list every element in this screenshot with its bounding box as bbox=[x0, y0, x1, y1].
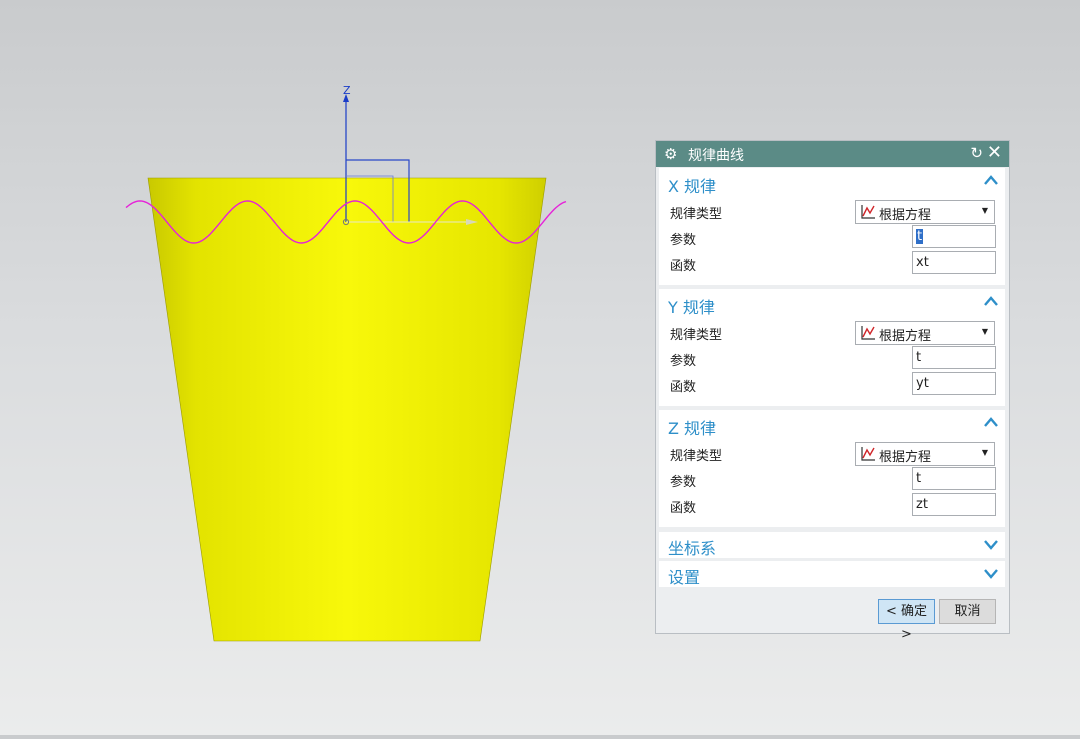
y-law-type-value: 根据方程 bbox=[879, 329, 932, 344]
law-type-label: 规律类型 bbox=[670, 328, 723, 343]
law-type-label: 规律类型 bbox=[670, 207, 723, 222]
close-icon[interactable]: ✕ bbox=[987, 142, 1002, 163]
csys-group[interactable]: 坐标系 bbox=[659, 532, 1005, 558]
equation-law-icon bbox=[861, 205, 875, 219]
x-law-group: X 规律 规律类型 根据方程 ▼ 参数 t 函数 xt bbox=[659, 168, 1005, 285]
dialog-title: 规律曲线 bbox=[688, 148, 744, 164]
x-func-row: 函数 xt bbox=[659, 250, 1005, 276]
y-func-row: 函数 yt bbox=[659, 371, 1005, 397]
func-label: 函数 bbox=[670, 259, 697, 274]
cancel-button[interactable]: 取消 bbox=[939, 599, 996, 624]
y-law-type-row: 规律类型 根据方程 ▼ bbox=[659, 319, 1005, 345]
y-param-row: 参数 t bbox=[659, 345, 1005, 371]
func-label: 函数 bbox=[670, 380, 697, 395]
chevron-up-icon[interactable] bbox=[982, 414, 1000, 432]
y-law-type-select[interactable]: 根据方程 ▼ bbox=[855, 321, 995, 345]
cup-body[interactable] bbox=[147, 177, 547, 642]
x-law-type-value: 根据方程 bbox=[879, 208, 932, 223]
z-law-type-value: 根据方程 bbox=[879, 450, 932, 465]
z-law-group: Z 规律 规律类型 根据方程 ▼ 参数 t 函数 zt bbox=[659, 410, 1005, 527]
y-law-title: Y 规律 bbox=[668, 298, 715, 317]
dropdown-arrow-icon: ▼ bbox=[981, 448, 988, 457]
y-law-header[interactable]: Y 规律 bbox=[659, 289, 1005, 319]
x-param-row: 参数 t bbox=[659, 224, 1005, 250]
x-law-title: X 规律 bbox=[668, 177, 717, 196]
func-label: 函数 bbox=[670, 501, 697, 516]
chevron-down-icon[interactable] bbox=[982, 535, 1000, 553]
z-law-title: Z 规律 bbox=[668, 419, 717, 438]
settings-group[interactable]: 设置 bbox=[659, 561, 1005, 587]
ok-button[interactable]: < 确定 > bbox=[878, 599, 935, 642]
settings-title: 设置 bbox=[668, 568, 701, 587]
dropdown-arrow-icon: ▼ bbox=[981, 206, 988, 215]
z-func-input[interactable]: zt bbox=[912, 493, 996, 516]
param-label: 参数 bbox=[670, 475, 697, 490]
z-param-input[interactable]: t bbox=[912, 467, 996, 490]
equation-law-icon bbox=[861, 326, 875, 340]
law-type-label: 规律类型 bbox=[670, 449, 723, 464]
y-param-value: t bbox=[916, 350, 922, 365]
param-label: 参数 bbox=[670, 354, 697, 369]
z-func-value: zt bbox=[916, 497, 928, 512]
x-param-input[interactable]: t bbox=[912, 225, 996, 248]
dropdown-arrow-icon: ▼ bbox=[981, 327, 988, 336]
z-axis-label: Z bbox=[343, 84, 351, 97]
chevron-down-icon[interactable] bbox=[982, 564, 1000, 582]
y-param-input[interactable]: t bbox=[912, 346, 996, 369]
law-curve-dialog: ⚙ 规律曲线 ↻ ✕ X 规律 规律类型 根据方程 ▼ 参数 t 函数 xt Y… bbox=[655, 140, 1010, 642]
z-law-type-select[interactable]: 根据方程 ▼ bbox=[855, 442, 995, 466]
z-func-row: 函数 zt bbox=[659, 492, 1005, 518]
y-func-value: yt bbox=[916, 376, 929, 391]
x-func-input[interactable]: xt bbox=[912, 251, 996, 274]
z-law-type-row: 规律类型 根据方程 ▼ bbox=[659, 440, 1005, 466]
z-param-value: t bbox=[916, 471, 922, 486]
x-law-type-row: 规律类型 根据方程 ▼ bbox=[659, 198, 1005, 224]
dialog-titlebar[interactable]: ⚙ 规律曲线 ↻ ✕ bbox=[656, 141, 1009, 167]
param-label: 参数 bbox=[670, 233, 697, 248]
equation-law-icon bbox=[861, 447, 875, 461]
x-param-value: t bbox=[916, 229, 924, 244]
z-param-row: 参数 t bbox=[659, 466, 1005, 492]
chevron-up-icon[interactable] bbox=[982, 172, 1000, 190]
chevron-up-icon[interactable] bbox=[982, 293, 1000, 311]
csys-title: 坐标系 bbox=[668, 539, 717, 558]
x-law-type-select[interactable]: 根据方程 ▼ bbox=[855, 200, 995, 224]
y-law-group: Y 规律 规律类型 根据方程 ▼ 参数 t 函数 yt bbox=[659, 289, 1005, 406]
y-func-input[interactable]: yt bbox=[912, 372, 996, 395]
gear-icon[interactable]: ⚙ bbox=[664, 145, 677, 163]
z-law-header[interactable]: Z 规律 bbox=[659, 410, 1005, 440]
x-law-header[interactable]: X 规律 bbox=[659, 168, 1005, 198]
x-func-value: xt bbox=[916, 255, 929, 270]
reset-icon[interactable]: ↻ bbox=[970, 144, 983, 162]
